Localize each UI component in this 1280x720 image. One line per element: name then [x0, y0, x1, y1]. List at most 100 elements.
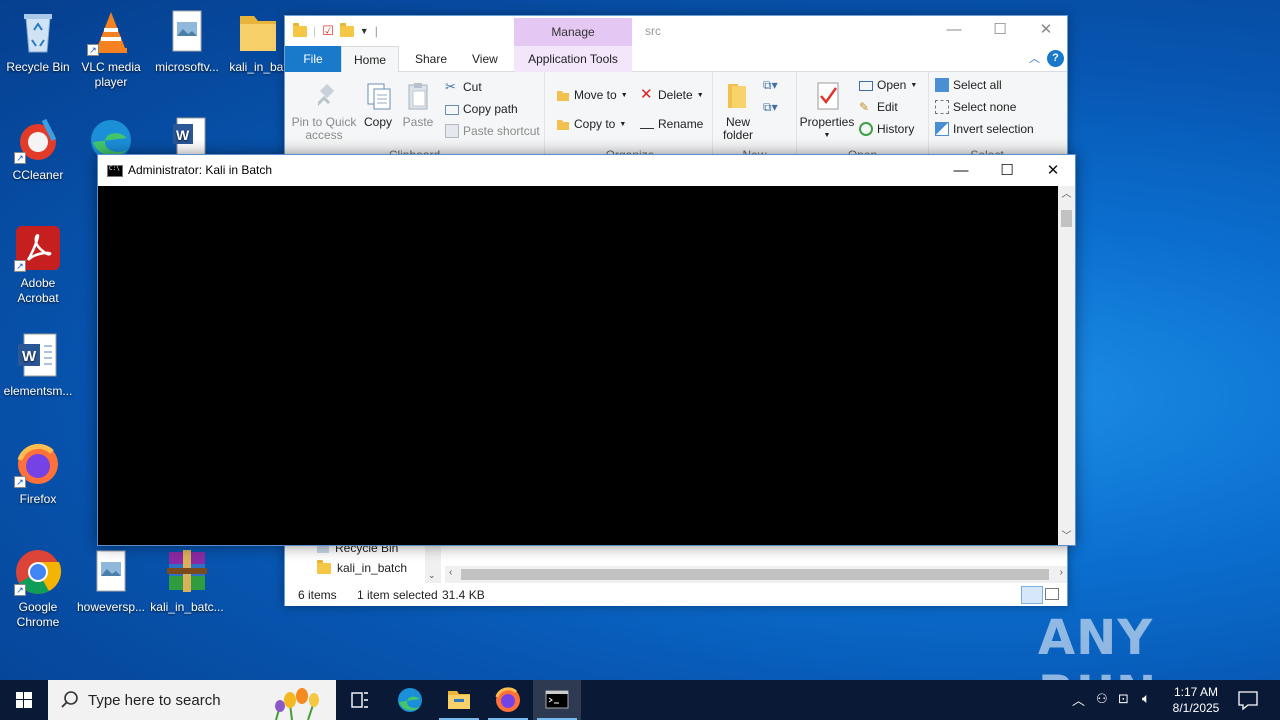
- tab-share[interactable]: Share: [403, 46, 459, 72]
- horizontal-scrollbar[interactable]: ‹ ›: [445, 566, 1067, 583]
- taskbar-edge[interactable]: [386, 680, 434, 720]
- tab-file[interactable]: File: [285, 46, 341, 72]
- firefox-icon: [495, 687, 520, 712]
- select-none-button[interactable]: Select none: [935, 100, 1016, 114]
- scrollbar-thumb[interactable]: [461, 569, 1049, 580]
- shortcut-arrow-icon: ↗: [87, 44, 99, 56]
- desktop-icon-label: kali_in_batc...: [150, 600, 224, 614]
- tab-application-tools[interactable]: Application Tools: [514, 46, 632, 72]
- taskbar-file-explorer[interactable]: [435, 680, 483, 720]
- console-output[interactable]: [98, 186, 1058, 545]
- new-folder-button[interactable]: New folder: [717, 80, 759, 142]
- volume-icon[interactable]: 🔈︎: [1142, 690, 1150, 707]
- meet-now-icon[interactable]: ⚇: [1096, 691, 1108, 707]
- open-icon: [859, 81, 873, 91]
- clock-time: 1:17 AM: [1173, 685, 1219, 699]
- recycle-bin-icon: [14, 8, 62, 56]
- open-button[interactable]: Open ▼: [859, 78, 917, 92]
- copy-button[interactable]: Copy: [361, 80, 395, 129]
- maximize-button[interactable]: ☐: [977, 16, 1023, 46]
- select-none-icon: [935, 100, 949, 114]
- explorer-title-bar[interactable]: | ☑ ▼ | Manage src — ☐ ✕: [285, 16, 1067, 46]
- new-item-icon[interactable]: ⧉▾: [763, 78, 778, 93]
- ribbon-tab-bar: File Home Share View Application Tools ︿…: [285, 46, 1067, 73]
- details-view-icon[interactable]: [1021, 586, 1043, 604]
- copy-path-button[interactable]: Copy path: [445, 102, 518, 116]
- minimize-button[interactable]: —: [931, 16, 977, 46]
- desktop-icon-elementsm[interactable]: W elementsm...: [0, 332, 76, 399]
- paste-shortcut-button[interactable]: Paste shortcut: [445, 124, 540, 138]
- search-highlight-flowers-icon: [275, 688, 319, 720]
- start-button[interactable]: [0, 680, 48, 720]
- file-explorer-icon: [448, 691, 470, 709]
- desktop-icon-label: microsoftv...: [155, 60, 219, 74]
- show-hidden-icons-chevron-icon[interactable]: ︿: [1072, 690, 1085, 709]
- tab-home[interactable]: Home: [341, 46, 399, 73]
- desktop-icon-microsoftv[interactable]: microsoftv...: [149, 8, 225, 75]
- search-icon: [61, 691, 78, 708]
- command-prompt-icon: [545, 690, 569, 709]
- select-all-button[interactable]: Select all: [935, 78, 1002, 92]
- desktop-icon-ccleaner[interactable]: ↗ CCleaner: [0, 116, 76, 183]
- desktop-icon-label: kali_in_bat: [229, 60, 287, 74]
- chevron-down-icon[interactable]: ▼: [360, 26, 369, 36]
- rename-button[interactable]: Rename: [640, 117, 703, 131]
- delete-button[interactable]: ✕ Delete ▼: [640, 87, 704, 102]
- paste-shortcut-icon: [445, 124, 459, 138]
- organize-group: Move to ▼ Copy to ▼ ✕ Delete ▼ Rename Or…: [548, 72, 713, 162]
- navigation-pane: Recycle Bin kali_in_batch: [285, 541, 440, 583]
- large-icons-view-icon[interactable]: [1045, 588, 1059, 600]
- desktop-icon-recycle-bin[interactable]: Recycle Bin: [0, 8, 76, 75]
- scroll-up-icon[interactable]: ︿: [1058, 186, 1075, 203]
- taskbar-clock[interactable]: 1:17 AM 8/1/2025: [1164, 684, 1228, 716]
- taskbar-command-prompt[interactable]: [533, 680, 581, 720]
- desktop-icon-kali-archive[interactable]: kali_in_batc...: [149, 548, 225, 615]
- scroll-down-icon[interactable]: ﹀: [1058, 528, 1075, 545]
- taskbar-firefox[interactable]: [484, 680, 532, 720]
- desktop-icon-label: Firefox: [19, 492, 57, 506]
- invert-selection-button[interactable]: Invert selection: [935, 122, 1034, 136]
- word-doc-icon: W: [14, 332, 62, 380]
- console-title-bar[interactable]: Administrator: Kali in Batch — ☐ ✕: [98, 155, 1075, 186]
- move-to-button[interactable]: Move to ▼: [556, 88, 628, 102]
- easy-access-icon[interactable]: ⧉▾: [763, 100, 778, 115]
- copy-to-button[interactable]: Copy to ▼: [556, 117, 626, 131]
- desktop-icon-firefox[interactable]: ↗ Firefox: [0, 440, 76, 507]
- task-view-button[interactable]: [336, 680, 384, 720]
- console-maximize-button[interactable]: ☐: [984, 155, 1030, 186]
- desktop-icon-howeversp[interactable]: howeversp...: [73, 548, 149, 615]
- scroll-right-icon[interactable]: ›: [1060, 567, 1063, 578]
- new-folder-icon[interactable]: [339, 22, 354, 37]
- svg-text:W: W: [176, 127, 190, 143]
- history-icon: [859, 122, 873, 136]
- paste-button[interactable]: Paste: [401, 80, 435, 129]
- pin-quick-access-button[interactable]: Pin to Quick access: [289, 80, 359, 142]
- scroll-left-icon[interactable]: ‹: [449, 567, 452, 578]
- console-scrollbar[interactable]: ︿ ﹀: [1058, 186, 1075, 545]
- collapse-ribbon-icon[interactable]: ︿: [1029, 50, 1040, 66]
- chevron-down-icon[interactable]: ⌄: [428, 570, 436, 581]
- nav-item-kali-in-batch[interactable]: kali_in_batch: [317, 559, 407, 575]
- desktop-icon-vlc[interactable]: ↗ VLC media player: [73, 8, 149, 90]
- history-button[interactable]: History: [859, 122, 914, 136]
- ccleaner-icon: ↗: [14, 116, 62, 164]
- properties-button[interactable]: Properties ▼: [799, 80, 855, 142]
- network-icon[interactable]: ⊡: [1118, 691, 1129, 707]
- desktop-icon-google-chrome[interactable]: ↗ Google Chrome: [0, 548, 76, 630]
- edit-button[interactable]: ✎ Edit: [859, 100, 898, 114]
- notification-center-button[interactable]: [1228, 680, 1268, 720]
- shortcut-arrow-icon: ↗: [14, 584, 26, 596]
- close-button[interactable]: ✕: [1023, 16, 1069, 46]
- help-icon[interactable]: ?: [1047, 50, 1064, 67]
- scrollbar-thumb[interactable]: [1061, 210, 1072, 227]
- taskbar-search-box[interactable]: Type here to search: [48, 680, 336, 720]
- console-close-button[interactable]: ✕: [1030, 155, 1076, 186]
- properties-check-icon[interactable]: ☑: [322, 23, 334, 39]
- desktop-icon-adobe-acrobat[interactable]: ↗ Adobe Acrobat: [0, 224, 76, 306]
- tab-view[interactable]: View: [460, 46, 510, 72]
- console-minimize-button[interactable]: —: [938, 155, 984, 186]
- cut-button[interactable]: ✂ Cut: [445, 80, 482, 95]
- tab-manage[interactable]: Manage: [514, 18, 632, 46]
- nav-pane-scrollbar[interactable]: ⌄: [425, 543, 441, 583]
- pin-icon: [308, 80, 340, 112]
